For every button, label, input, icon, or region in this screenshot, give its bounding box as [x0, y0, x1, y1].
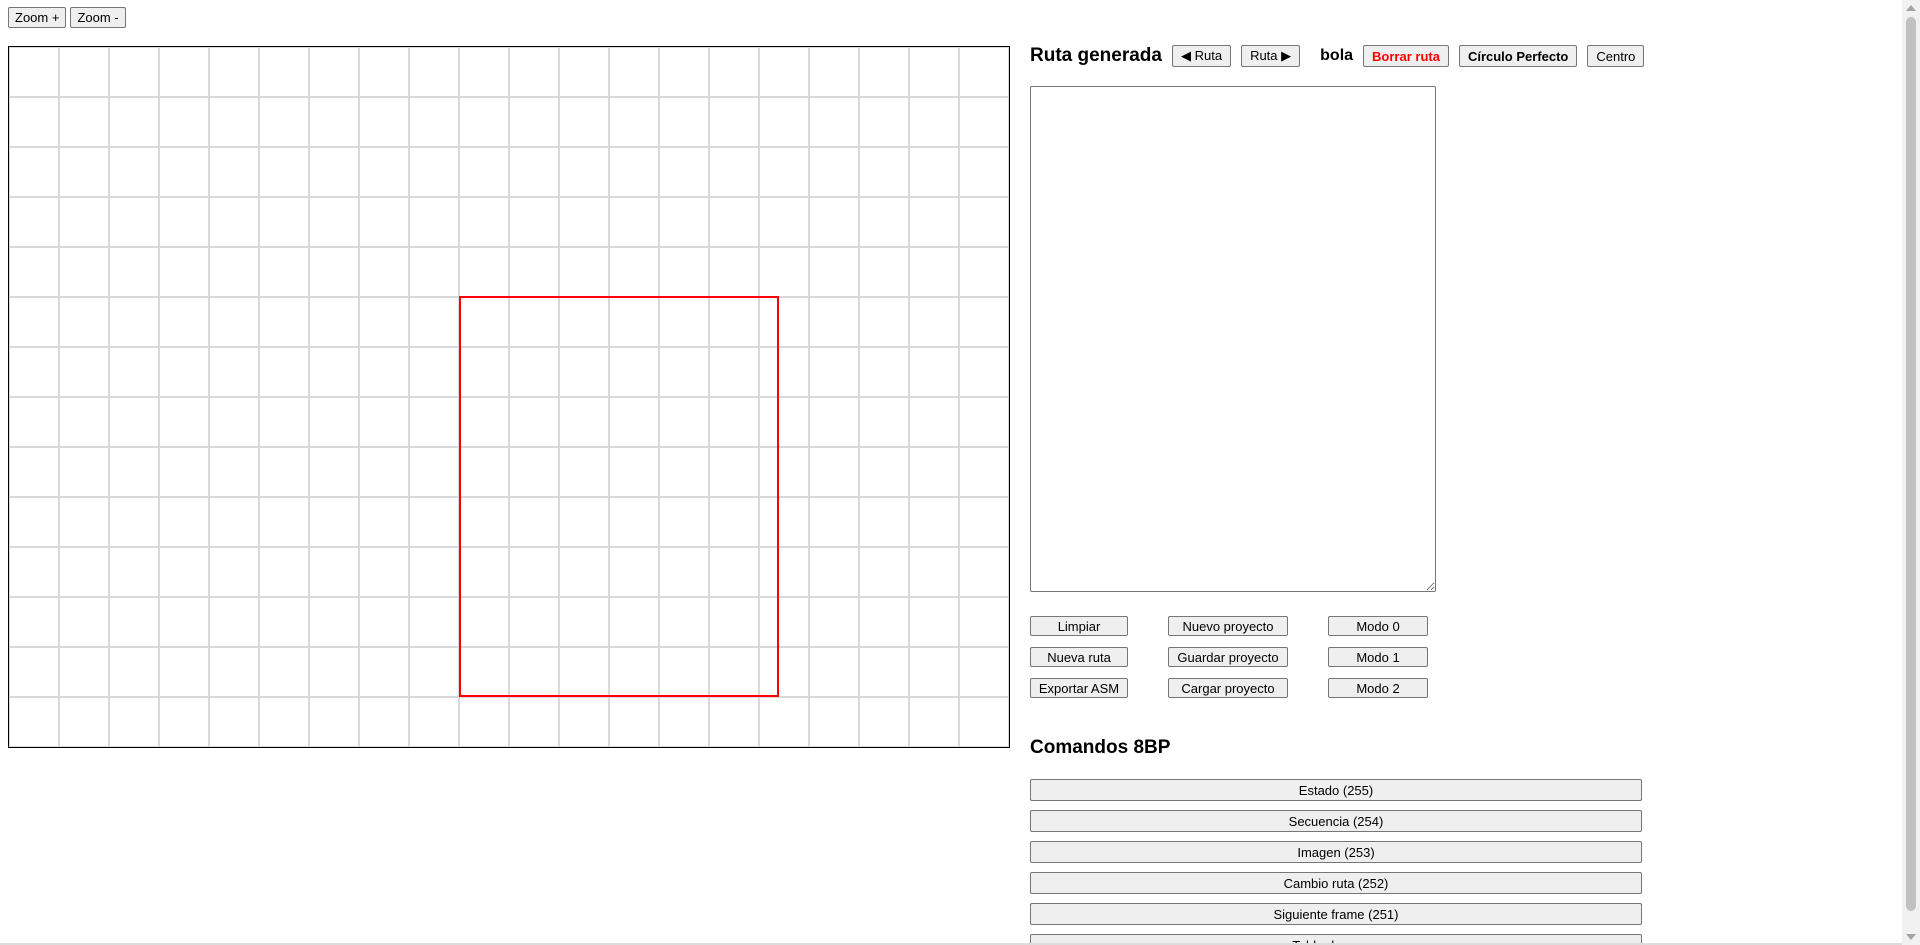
page: Zoom + Zoom - Ruta generada ◀ Ruta Ruta … — [0, 0, 1902, 945]
route-panel: Ruta generada ◀ Ruta Ruta ▶ bola Borrar … — [1030, 0, 1660, 945]
new-route-button[interactable]: Nueva ruta — [1030, 647, 1128, 667]
zoom-out-button[interactable]: Zoom - — [70, 7, 126, 28]
zoom-in-button[interactable]: Zoom + — [8, 7, 67, 28]
save-project-button[interactable]: Guardar proyecto — [1168, 647, 1288, 667]
delete-route-button[interactable]: Borrar ruta — [1363, 45, 1449, 67]
command-next-frame-button[interactable]: Siguiente frame (251) — [1030, 903, 1642, 925]
load-project-button[interactable]: Cargar proyecto — [1168, 678, 1288, 698]
clear-button[interactable]: Limpiar — [1030, 616, 1128, 636]
mode-0-button[interactable]: Modo 0 — [1328, 616, 1428, 636]
route-output-textarea[interactable] — [1030, 86, 1436, 592]
commands-list: Estado (255) Secuencia (254) Imagen (253… — [1030, 779, 1642, 945]
mode-1-button[interactable]: Modo 1 — [1328, 647, 1428, 667]
route-path — [459, 296, 779, 697]
command-state-button[interactable]: Estado (255) — [1030, 779, 1642, 801]
command-image-button[interactable]: Imagen (253) — [1030, 841, 1642, 863]
entity-name: bola — [1320, 47, 1354, 64]
scroll-thumb[interactable] — [1906, 17, 1916, 911]
perfect-circle-button[interactable]: Círculo Perfecto — [1458, 45, 1578, 67]
route-header: Ruta generada ◀ Ruta Ruta ▶ bola Borrar … — [1030, 44, 1645, 68]
route-title: Ruta generada — [1030, 45, 1162, 66]
commands-title: Comandos 8BP — [1030, 737, 1171, 758]
next-route-button[interactable]: Ruta ▶ — [1241, 45, 1301, 67]
export-asm-button[interactable]: Exportar ASM — [1030, 678, 1128, 698]
zoom-toolbar: Zoom + Zoom - — [8, 7, 126, 28]
route-editor-canvas[interactable] — [8, 46, 1010, 748]
command-sequence-button[interactable]: Secuencia (254) — [1030, 810, 1642, 832]
command-change-route-button[interactable]: Cambio ruta (252) — [1030, 872, 1642, 894]
new-project-button[interactable]: Nuevo proyecto — [1168, 616, 1288, 636]
center-button[interactable]: Centro — [1587, 45, 1645, 67]
mode-2-button[interactable]: Modo 2 — [1328, 678, 1428, 698]
scroll-up-icon[interactable] — [1906, 5, 1916, 11]
vertical-scrollbar[interactable] — [1902, 0, 1920, 945]
prev-route-button[interactable]: ◀ Ruta — [1171, 45, 1232, 67]
scroll-down-icon[interactable] — [1906, 934, 1916, 940]
